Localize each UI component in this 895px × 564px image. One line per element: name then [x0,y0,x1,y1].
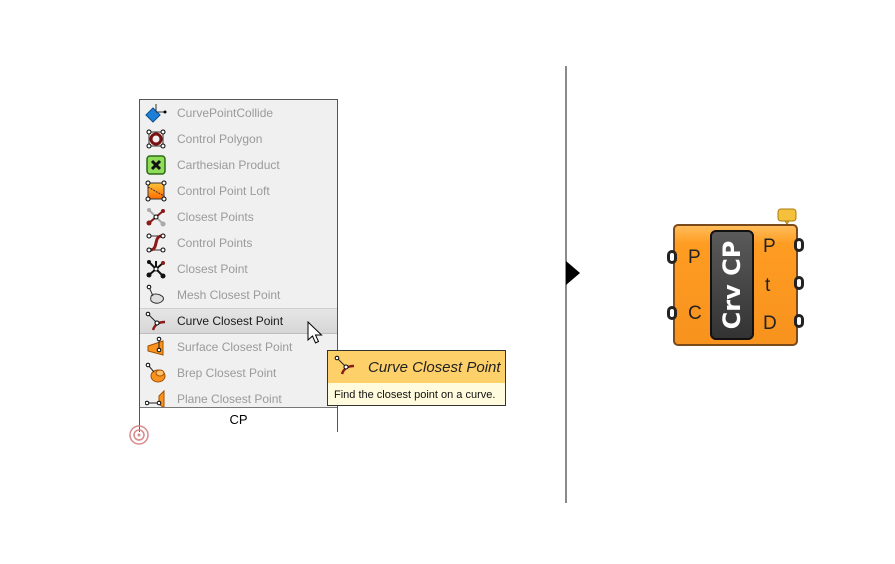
output-label-t: t [765,275,771,296]
menu-item-brep-closest-point[interactable]: Brep Closest Point [140,360,337,386]
menu-item-control-points[interactable]: Control Points [140,230,337,256]
tooltip-header: Curve Closest Point [328,351,505,383]
input-label-p: P [688,247,701,268]
tooltip-description: Find the closest point on a curve. [334,389,496,401]
menu-item-control-point-loft[interactable]: Control Point Loft [140,178,337,204]
menu-item-label: Brep Closest Point [177,366,277,380]
closest-points-icon [145,206,167,228]
control-point-loft-icon [145,180,167,202]
menu-item-label: Control Polygon [177,132,263,146]
mouse-cursor-icon [307,320,327,352]
target-icon [128,424,150,451]
input-label-c: C [688,303,702,324]
menu-item-label: Control Points [177,236,253,250]
curve-point-collide-icon [145,102,167,124]
search-input[interactable]: CP [140,407,337,432]
menu-item-label: Mesh Closest Point [177,288,281,302]
component-nickname: Crv CP [710,230,754,340]
output-grip-t[interactable] [794,276,804,290]
carthesian-product-icon [145,154,167,176]
mesh-closest-point-icon [145,284,167,306]
tooltip-title: Curve Closest Point [368,358,501,376]
control-points-icon [145,232,167,254]
menu-item-mesh-closest-point[interactable]: Mesh Closest Point [140,282,337,308]
arrow-right-icon [566,261,580,285]
menu-item-closest-points[interactable]: Closest Points [140,204,337,230]
menu-item-closest-point[interactable]: Closest Point [140,256,337,282]
input-grip-p[interactable] [667,250,677,264]
menu-item-curvepointcollide[interactable]: CurvePointCollide [140,100,337,126]
menu-item-label: Plane Closest Point [177,392,282,406]
menu-item-label: Control Point Loft [177,184,270,198]
output-grip-d[interactable] [794,314,804,328]
menu-item-control-polygon[interactable]: Control Polygon [140,126,337,152]
menu-item-label: Closest Point [177,262,248,276]
output-grip-p[interactable] [794,238,804,252]
tooltip: Curve Closest Point Find the closest poi… [327,350,506,406]
brep-closest-point-icon [145,362,167,384]
surface-closest-point-icon [145,336,167,358]
output-label-p: P [763,236,776,257]
curve-closest-point-component[interactable]: P C Crv CP P t D [667,224,804,346]
input-grip-c[interactable] [667,306,677,320]
control-polygon-icon [145,128,167,150]
closest-point-icon [145,258,167,280]
menu-item-label: Closest Points [177,210,254,224]
menu-item-label: Carthesian Product [177,158,280,172]
curve-closest-point-icon [145,310,167,332]
menu-item-carthesian-product[interactable]: Carthesian Product [140,152,337,178]
output-label-d: D [763,313,777,334]
menu-item-label: CurvePointCollide [177,106,274,120]
curve-closest-point-icon [334,354,356,381]
menu-item-label: Curve Closest Point [177,314,284,328]
component-search-menu: CurvePointCollide Control Polygon Carthe… [139,99,338,432]
menu-item-label: Surface Closest Point [177,340,293,354]
